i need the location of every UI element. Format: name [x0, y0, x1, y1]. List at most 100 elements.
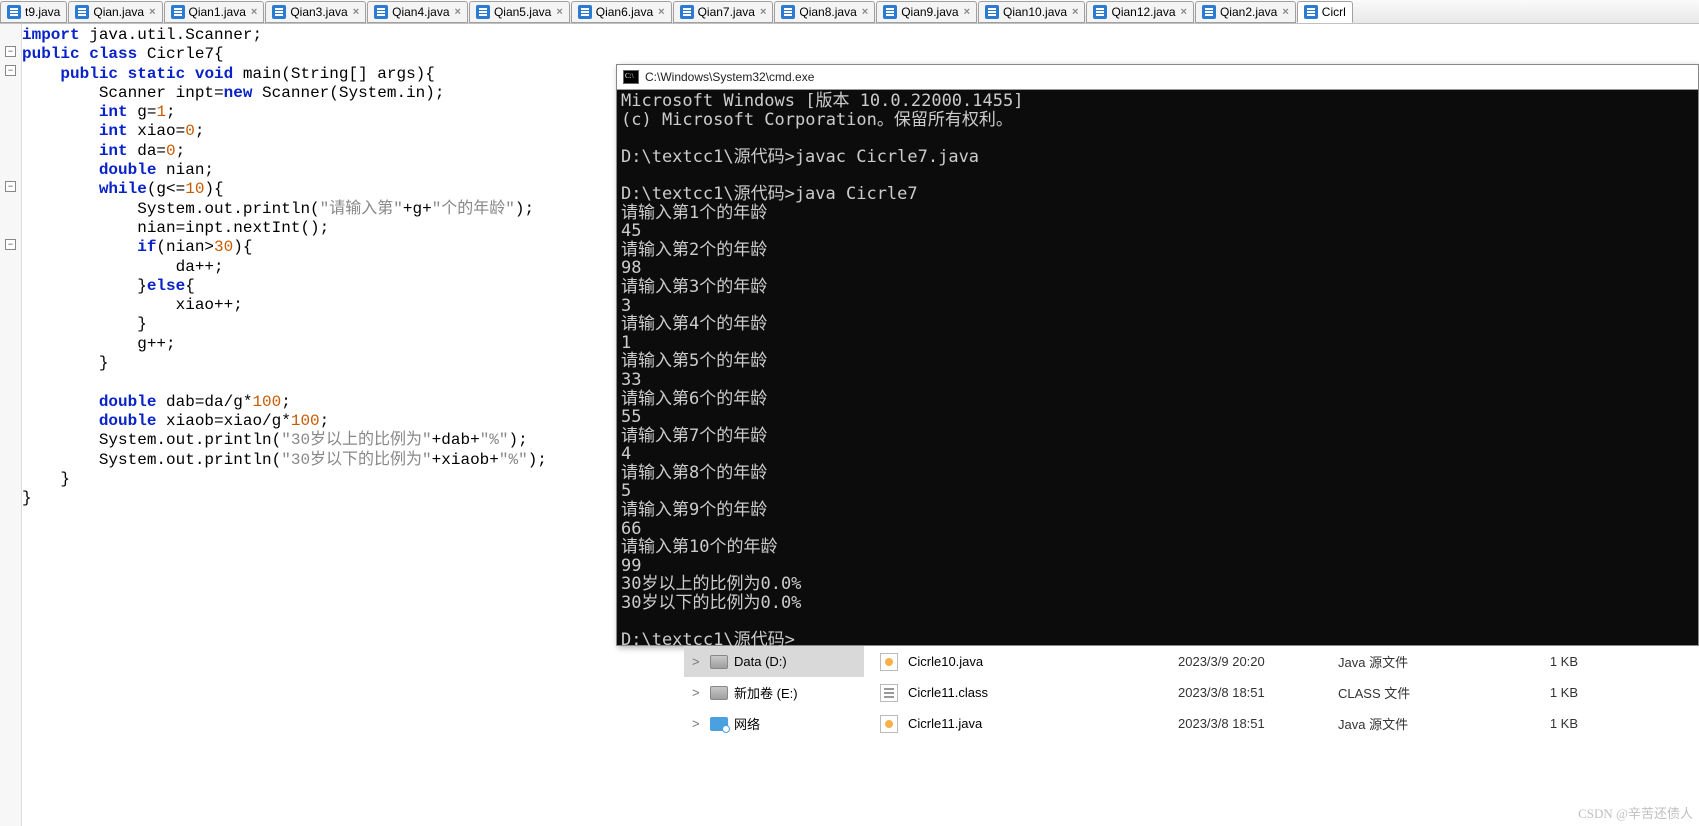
- tab-label: Qian9.java: [901, 5, 958, 19]
- file-size: 1 KB: [1518, 685, 1578, 700]
- tree-item[interactable]: > 网络: [684, 708, 864, 739]
- editor-tab[interactable]: Qian1.java ×: [164, 1, 265, 23]
- file-size: 1 KB: [1518, 716, 1578, 731]
- file-date: 2023/3/8 18:51: [1178, 685, 1338, 700]
- network-icon: [710, 717, 728, 731]
- close-icon[interactable]: ×: [964, 6, 970, 18]
- java-file-icon: [75, 5, 89, 19]
- editor-tab[interactable]: Qian4.java ×: [367, 1, 468, 23]
- terminal-window: C:\Windows\System32\cmd.exe Microsoft Wi…: [616, 64, 1699, 646]
- editor-tab[interactable]: Qian8.java ×: [774, 1, 875, 23]
- editor-tab[interactable]: Qian6.java ×: [571, 1, 672, 23]
- java-file-icon: [1304, 5, 1318, 19]
- editor-tab[interactable]: Qian7.java ×: [673, 1, 774, 23]
- terminal-title-bar[interactable]: C:\Windows\System32\cmd.exe: [617, 65, 1698, 90]
- tab-label: Qian3.java: [290, 5, 347, 19]
- file-type: Java 源文件: [1338, 714, 1518, 733]
- tab-label: Qian1.java: [189, 5, 246, 19]
- file-row[interactable]: Cicrle10.java2023/3/9 20:20Java 源文件1 KB: [874, 646, 1699, 677]
- fold-toggle-icon[interactable]: [5, 46, 16, 57]
- code-content[interactable]: import java.util.Scanner; public class C…: [22, 26, 547, 508]
- editor-tab[interactable]: Qian10.java ×: [978, 1, 1085, 23]
- close-icon[interactable]: ×: [1072, 6, 1078, 18]
- file-date: 2023/3/8 18:51: [1178, 716, 1338, 731]
- fold-toggle-icon[interactable]: [5, 65, 16, 76]
- java-file-icon: [880, 715, 898, 733]
- drive-icon: [710, 686, 728, 700]
- editor-tab[interactable]: Cicrl: [1297, 1, 1353, 23]
- java-file-icon: [7, 5, 21, 19]
- fold-toggle-icon[interactable]: [5, 181, 16, 192]
- file-name: Cicrle11.java: [908, 716, 1178, 731]
- tree-item-label: Data (D:): [734, 654, 787, 669]
- editor-tab[interactable]: Qian.java ×: [68, 1, 162, 23]
- file-date: 2023/3/9 20:20: [1178, 654, 1338, 669]
- file-row[interactable]: Cicrle11.java2023/3/8 18:51Java 源文件1 KB: [874, 708, 1699, 739]
- tab-label: Qian.java: [93, 5, 144, 19]
- java-file-icon: [680, 5, 694, 19]
- java-file-icon: [781, 5, 795, 19]
- terminal-output[interactable]: Microsoft Windows [版本 10.0.22000.1455] (…: [617, 90, 1698, 652]
- editor-tab[interactable]: t9.java: [0, 1, 67, 23]
- close-icon[interactable]: ×: [862, 6, 868, 18]
- tree-item[interactable]: > 新加卷 (E:): [684, 677, 864, 708]
- tree-item[interactable]: > Data (D:): [684, 646, 864, 677]
- tab-label: Qian2.java: [1220, 5, 1277, 19]
- close-icon[interactable]: ×: [760, 6, 766, 18]
- close-icon[interactable]: ×: [353, 6, 359, 18]
- java-file-icon: [171, 5, 185, 19]
- chevron-right-icon[interactable]: >: [692, 654, 702, 669]
- tab-label: Qian6.java: [596, 5, 653, 19]
- fold-gutter: [0, 24, 22, 826]
- close-icon[interactable]: ×: [1282, 6, 1288, 18]
- tab-label: Qian10.java: [1003, 5, 1067, 19]
- editor-tab[interactable]: Qian3.java ×: [265, 1, 366, 23]
- java-file-icon: [985, 5, 999, 19]
- close-icon[interactable]: ×: [556, 6, 562, 18]
- tab-label: Qian12.java: [1111, 5, 1175, 19]
- file-explorer: >Data (D:)>新加卷 (E:)>网络 Cicrle10.java2023…: [684, 646, 1699, 826]
- chevron-right-icon[interactable]: >: [692, 685, 702, 700]
- terminal-title: C:\Windows\System32\cmd.exe: [645, 70, 814, 84]
- java-file-icon: [578, 5, 592, 19]
- file-name: Cicrle10.java: [908, 654, 1178, 669]
- close-icon[interactable]: ×: [658, 6, 664, 18]
- java-file-icon: [272, 5, 286, 19]
- tab-label: Qian8.java: [799, 5, 856, 19]
- file-type: CLASS 文件: [1338, 683, 1518, 702]
- tree-item-label: 网络: [734, 714, 760, 733]
- close-icon[interactable]: ×: [455, 6, 461, 18]
- drive-icon: [710, 655, 728, 669]
- editor-tab[interactable]: Qian12.java ×: [1086, 1, 1193, 23]
- fold-toggle-icon[interactable]: [5, 239, 16, 250]
- explorer-file-list: Cicrle10.java2023/3/9 20:20Java 源文件1 KBC…: [874, 646, 1699, 826]
- tab-label: Qian7.java: [698, 5, 755, 19]
- chevron-right-icon[interactable]: >: [692, 716, 702, 731]
- file-row[interactable]: Cicrle11.class2023/3/8 18:51CLASS 文件1 KB: [874, 677, 1699, 708]
- editor-tab-bar: t9.javaQian.java×Qian1.java×Qian3.java×Q…: [0, 0, 1699, 24]
- file-type: Java 源文件: [1338, 652, 1518, 671]
- tab-label: Qian5.java: [494, 5, 551, 19]
- java-file-icon: [374, 5, 388, 19]
- tree-item-label: 新加卷 (E:): [734, 683, 798, 702]
- close-icon[interactable]: ×: [1181, 6, 1187, 18]
- editor-tab[interactable]: Qian5.java ×: [469, 1, 570, 23]
- class-file-icon: [880, 684, 898, 702]
- editor-tab[interactable]: Qian9.java ×: [876, 1, 977, 23]
- java-file-icon: [880, 653, 898, 671]
- watermark: CSDN @辛苦还债人: [1578, 803, 1693, 822]
- java-file-icon: [1093, 5, 1107, 19]
- file-size: 1 KB: [1518, 654, 1578, 669]
- close-icon[interactable]: ×: [251, 6, 257, 18]
- tab-label: Cicrl: [1322, 5, 1346, 19]
- tab-label: t9.java: [25, 5, 60, 19]
- java-file-icon: [1202, 5, 1216, 19]
- editor-tab[interactable]: Qian2.java ×: [1195, 1, 1296, 23]
- java-file-icon: [883, 5, 897, 19]
- tab-label: Qian4.java: [392, 5, 449, 19]
- cmd-icon: [623, 70, 639, 84]
- close-icon[interactable]: ×: [149, 6, 155, 18]
- java-file-icon: [476, 5, 490, 19]
- file-name: Cicrle11.class: [908, 685, 1178, 700]
- explorer-tree: > Data (D:) > 新加卷 (E:) > 网络: [684, 646, 864, 826]
